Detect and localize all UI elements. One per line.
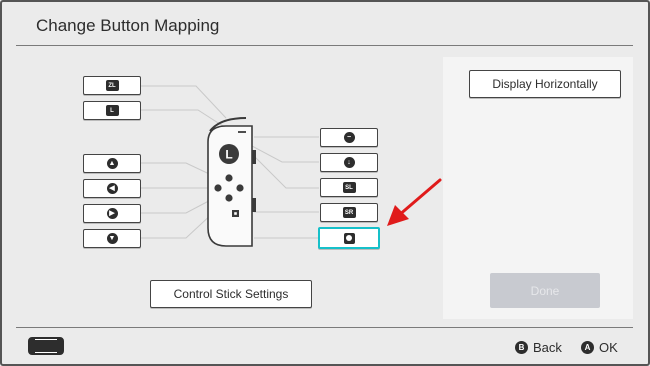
dpad-up-button[interactable]: ▲ bbox=[83, 154, 141, 173]
l-button[interactable]: L bbox=[83, 101, 141, 120]
sl-icon: SL bbox=[342, 182, 356, 193]
dpad-right-button[interactable]: ▶ bbox=[83, 204, 141, 223]
sr-button[interactable]: SR bbox=[320, 203, 378, 222]
stick-press-button[interactable]: ↓ bbox=[320, 153, 378, 172]
minus-icon: − bbox=[343, 132, 355, 143]
dpad-down-icon: ▼ bbox=[106, 233, 118, 244]
handheld-mode-icon bbox=[28, 337, 64, 355]
joycon-stick-label: L bbox=[225, 148, 232, 162]
joycon-left-illustration: L bbox=[207, 117, 256, 247]
red-arrow-annotation bbox=[387, 178, 442, 226]
footer-divider bbox=[16, 327, 633, 328]
zl-icon: ZL bbox=[105, 80, 119, 91]
done-button[interactable]: Done bbox=[490, 273, 600, 308]
dpad-down-button[interactable]: ▼ bbox=[83, 229, 141, 248]
dpad-right-icon: ▶ bbox=[106, 208, 118, 219]
footer-back-label: Back bbox=[533, 340, 562, 355]
a-button-icon: A bbox=[581, 341, 594, 354]
b-button-icon: B bbox=[515, 341, 528, 354]
zl-button[interactable]: ZL bbox=[83, 76, 141, 95]
display-horizontally-button[interactable]: Display Horizontally bbox=[469, 70, 621, 98]
sl-button[interactable]: SL bbox=[320, 178, 378, 197]
dpad-left-icon: ◀ bbox=[106, 183, 118, 194]
footer-ok-label: OK bbox=[599, 340, 618, 355]
dpad-left-button[interactable]: ◀ bbox=[83, 179, 141, 198]
footer-ok-hint[interactable]: A OK bbox=[581, 340, 618, 355]
minus-button[interactable]: − bbox=[320, 128, 378, 147]
stick-press-icon: ↓ bbox=[343, 157, 355, 168]
footer-back-hint[interactable]: B Back bbox=[515, 340, 562, 355]
l-icon: L bbox=[105, 105, 119, 116]
capture-button[interactable] bbox=[318, 227, 380, 249]
dpad-up-icon: ▲ bbox=[106, 158, 118, 169]
sr-icon: SR bbox=[342, 207, 356, 218]
capture-icon bbox=[343, 232, 355, 244]
control-stick-settings-button[interactable]: Control Stick Settings bbox=[150, 280, 312, 308]
